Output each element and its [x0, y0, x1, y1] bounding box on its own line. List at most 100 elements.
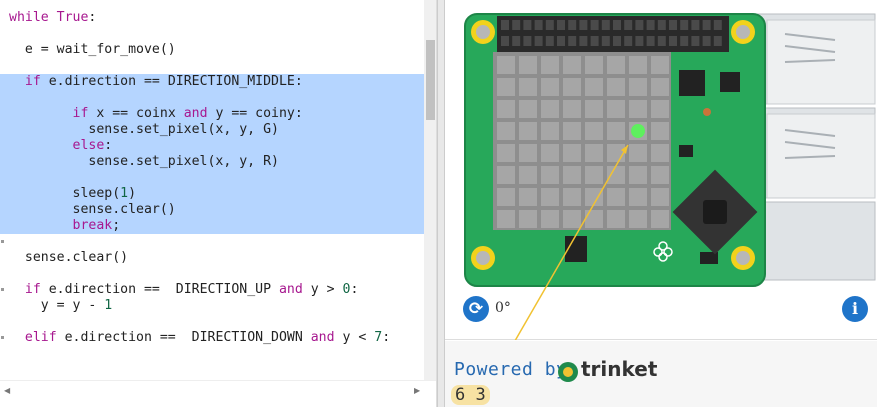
- mount-hole-center: [476, 25, 490, 39]
- output-pane: ⟳ 0° i Powered by trinket 6 3: [445, 0, 877, 407]
- led-pixel: [519, 122, 537, 140]
- code-line[interactable]: sense.set_pixel(x, y, R): [0, 154, 426, 170]
- lit-led-pixel: [631, 124, 645, 138]
- code-line[interactable]: [0, 90, 426, 106]
- editor-scroll-thumb[interactable]: [426, 40, 435, 120]
- code-line[interactable]: sense.set_pixel(x, y, G): [0, 122, 426, 138]
- code-number: 1: [120, 186, 129, 201]
- gpio-pin: [523, 20, 532, 30]
- gpio-pin: [557, 36, 565, 46]
- gpio-pin: [691, 20, 700, 30]
- led-pixel: [607, 166, 625, 184]
- code-line[interactable]: while True:: [0, 10, 426, 26]
- gpio-pin: [512, 36, 521, 46]
- led-pixel: [629, 210, 647, 228]
- led-pixel: [519, 166, 537, 184]
- led-pixel: [541, 100, 559, 118]
- led-pixel: [651, 188, 669, 206]
- code-text: e = wait_for_move(): [9, 42, 176, 57]
- code-line[interactable]: [0, 58, 426, 74]
- joystick-button[interactable]: [703, 200, 727, 224]
- gpio-pin: [501, 36, 509, 46]
- code-keyword: while: [9, 10, 49, 25]
- gpio-pin: [657, 36, 666, 46]
- gpio-pin: [635, 20, 644, 30]
- powered-by-label: Powered by: [454, 359, 568, 380]
- code-line[interactable]: break;: [0, 218, 426, 234]
- led-pixel: [563, 78, 581, 96]
- scroll-left-arrow-icon[interactable]: ◀: [4, 386, 10, 395]
- code-line[interactable]: [0, 234, 426, 250]
- gpio-pin: [702, 20, 711, 30]
- rotate-icon[interactable]: ⟳: [463, 296, 489, 322]
- code-line[interactable]: sleep(1): [0, 186, 426, 202]
- code-text: y >: [302, 282, 343, 297]
- code-line[interactable]: sense.clear(): [0, 202, 426, 218]
- code-line[interactable]: sense.clear(): [0, 250, 426, 266]
- code-text: sense.clear(): [9, 202, 176, 217]
- led-pixel: [563, 166, 581, 184]
- led-pixel: [585, 100, 603, 118]
- info-icon[interactable]: i: [842, 296, 868, 322]
- led-pixel: [519, 100, 537, 118]
- gpio-pin: [557, 20, 565, 30]
- code-text: :: [104, 138, 113, 153]
- code-line[interactable]: [0, 170, 426, 186]
- gpio-pin: [601, 20, 610, 30]
- code-line[interactable]: if x == coinx and y == coiny:: [0, 106, 426, 122]
- led-pixel: [541, 78, 559, 96]
- code-line[interactable]: e = wait_for_move(): [0, 42, 426, 58]
- led-pixel: [563, 144, 581, 162]
- gpio-pin: [590, 36, 599, 46]
- led-pixel: [497, 144, 515, 162]
- code-text: e.direction == DIRECTION_DOWN: [56, 330, 311, 345]
- ethernet-port: [754, 201, 876, 281]
- led-pixel: [497, 188, 515, 206]
- led-pixel: [651, 210, 669, 228]
- trinket-logo-icon[interactable]: [557, 361, 579, 383]
- code-line[interactable]: y = y - 1: [0, 298, 426, 314]
- led-pixel: [607, 100, 625, 118]
- led-pixel: [629, 56, 647, 74]
- gpio-pin: [534, 20, 543, 30]
- code-text: sense.clear(): [9, 250, 129, 265]
- code-line[interactable]: if e.direction == DIRECTION_MIDDLE:: [0, 74, 426, 90]
- code-text: y == coiny:: [207, 106, 303, 121]
- led-pixel: [497, 210, 515, 228]
- code-text: x == coinx: [88, 106, 184, 121]
- gpio-pin: [646, 36, 655, 46]
- mount-hole-center: [476, 251, 490, 265]
- led-pixel: [497, 122, 515, 140]
- code-keyword: if: [72, 106, 89, 121]
- led-pixel: [541, 188, 559, 206]
- trinket-brand[interactable]: trinket: [581, 357, 657, 381]
- scroll-right-arrow-icon[interactable]: ▶: [414, 386, 420, 395]
- editor-horizontal-scrollbar[interactable]: ◀ ▶: [0, 380, 436, 407]
- gpio-pin: [713, 20, 722, 30]
- code-line[interactable]: [0, 266, 426, 282]
- led-pixel: [651, 100, 669, 118]
- code-line[interactable]: [0, 26, 426, 42]
- led-pixel: [629, 144, 647, 162]
- code-keyword: True: [56, 10, 89, 25]
- sensor-chip: [679, 70, 705, 96]
- code-keyword: and: [310, 330, 335, 345]
- gpio-pin: [624, 36, 633, 46]
- gpio-pin: [646, 20, 655, 30]
- pane-divider[interactable]: [437, 0, 445, 407]
- code-text: sleep(: [9, 186, 121, 201]
- mount-hole-center: [736, 25, 750, 39]
- sense-hat-simulator: ⟳ 0° i: [445, 0, 877, 373]
- code-line[interactable]: else:: [0, 138, 426, 154]
- code-line[interactable]: if e.direction == DIRECTION_UP and y > 0…: [0, 282, 426, 298]
- led-pixel: [563, 188, 581, 206]
- gpio-pin: [613, 36, 621, 46]
- code-line[interactable]: [0, 314, 426, 330]
- code-line[interactable]: elif e.direction == DIRECTION_DOWN and y…: [0, 330, 426, 346]
- code-editor[interactable]: while True: e = wait_for_move() if e.dir…: [0, 0, 437, 407]
- gpio-pin: [702, 36, 711, 46]
- led-pixel: [519, 210, 537, 228]
- gpio-pin: [590, 20, 599, 30]
